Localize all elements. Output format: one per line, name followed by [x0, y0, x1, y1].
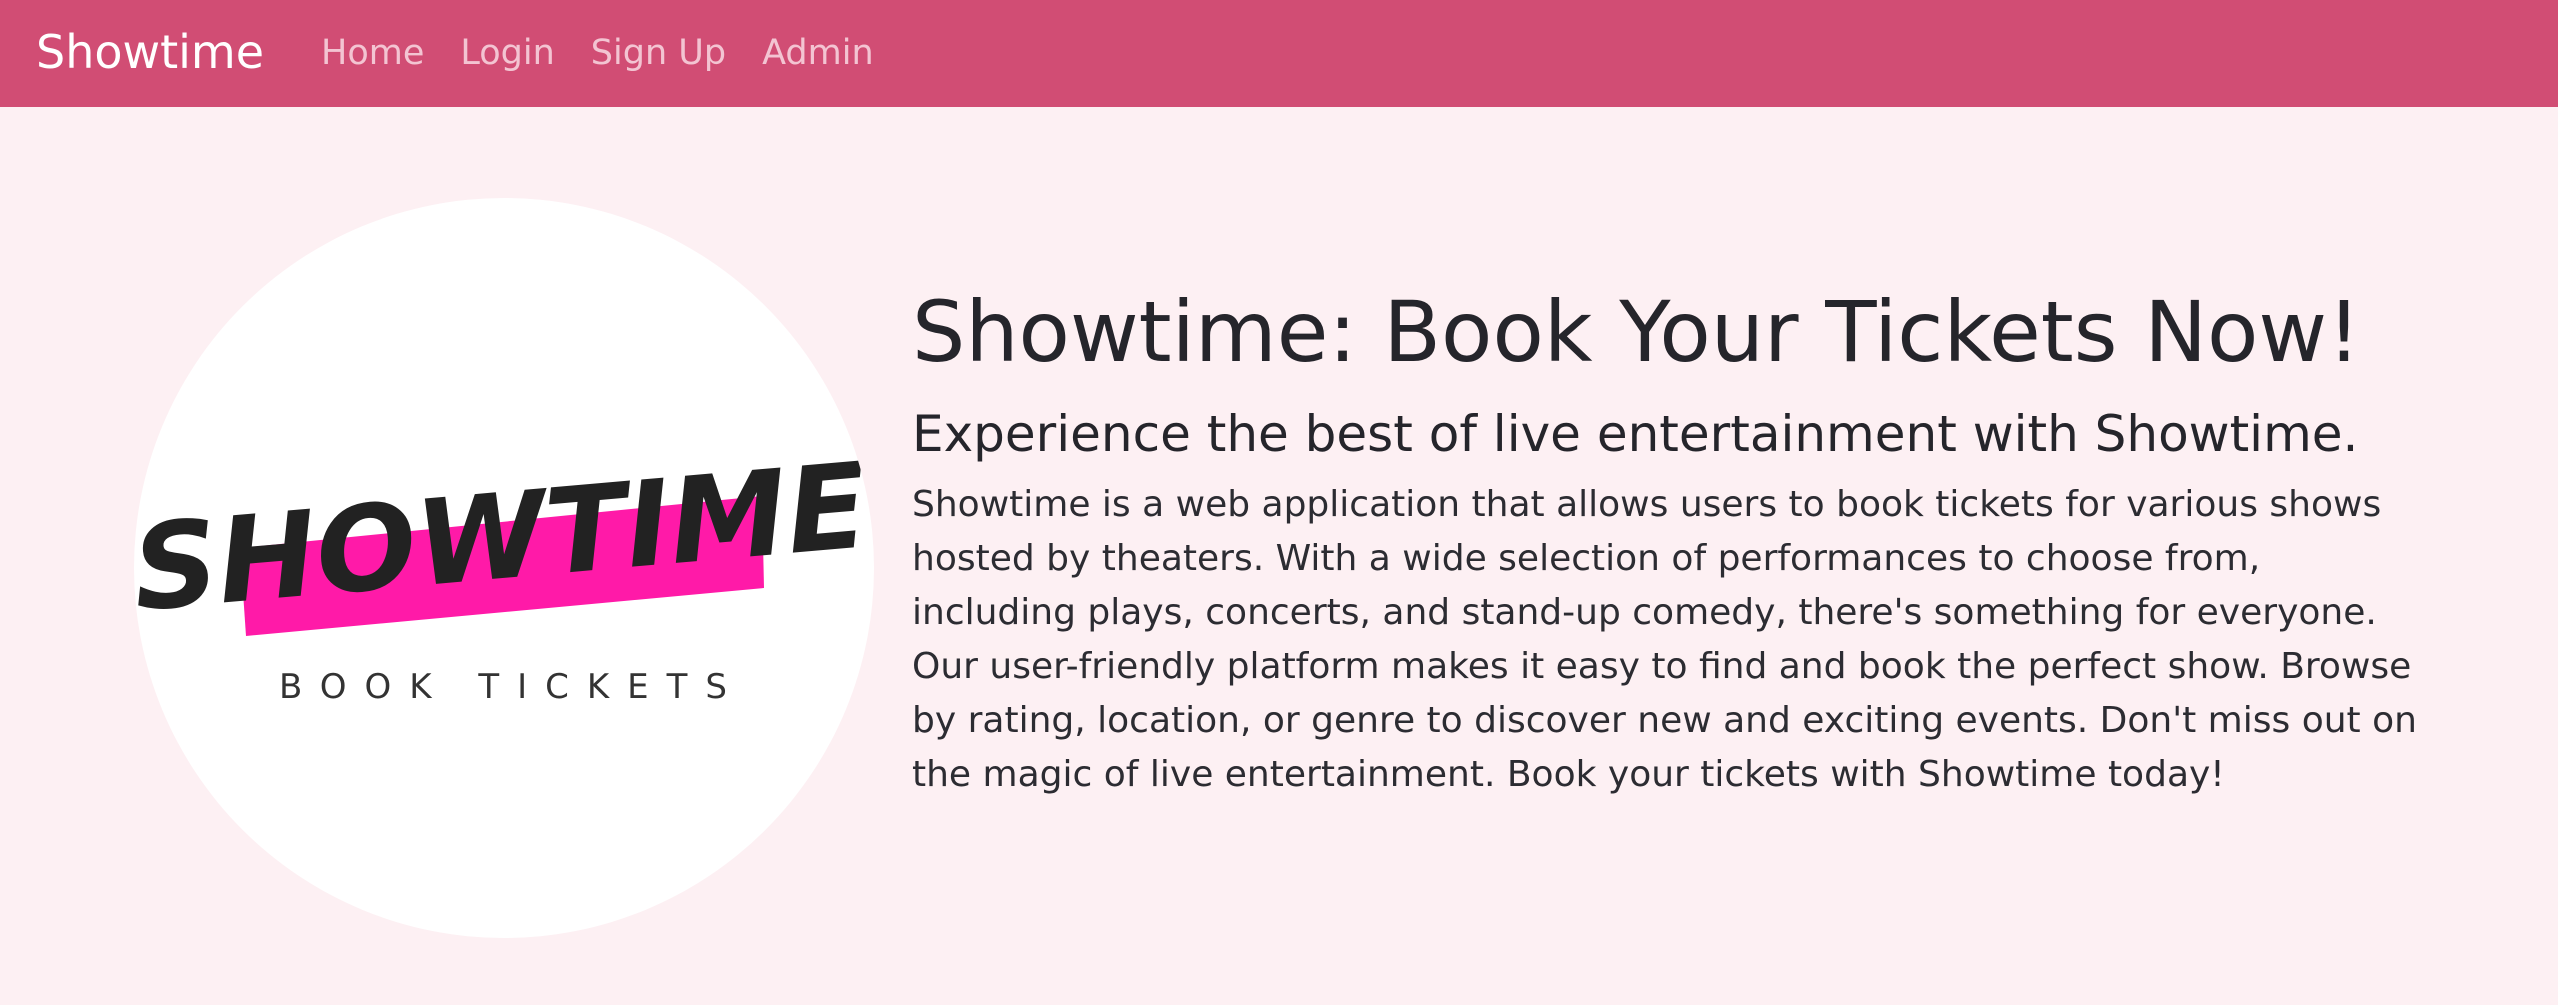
nav-links: Home Login Sign Up Admin [321, 28, 910, 78]
top-navbar: Showtime Home Login Sign Up Admin [0, 0, 2558, 107]
navbar-brand[interactable]: Showtime [36, 22, 264, 82]
hero-logo-image: SHOWTIME BOOK TICKETS [134, 198, 874, 938]
nav-link-home[interactable]: Home [321, 33, 424, 73]
showtime-logo: SHOWTIME BOOK TICKETS [134, 436, 873, 707]
logo-tagline: BOOK TICKETS [279, 667, 745, 707]
hero-content: Showtime: Book Your Tickets Now! Experie… [912, 270, 2432, 802]
hero-description: Showtime is a web application that allow… [912, 484, 2417, 795]
hero-title: Showtime: Book Your Tickets Now! [912, 283, 2361, 381]
nav-link-admin[interactable]: Admin [762, 33, 874, 73]
hero-subtitle: Experience the best of live entertainmen… [912, 405, 2359, 463]
nav-link-sign-up[interactable]: Sign Up [591, 33, 726, 73]
nav-link-login[interactable]: Login [460, 33, 554, 73]
